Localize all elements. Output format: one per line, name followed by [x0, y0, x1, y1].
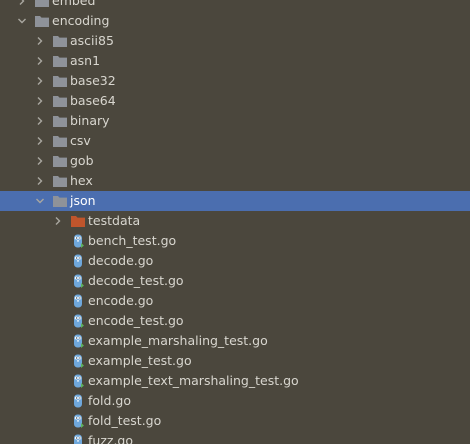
tree-row-base32[interactable]: base32 [0, 71, 470, 91]
tree-row-label: hex [70, 173, 93, 188]
tree-row-label: base32 [70, 73, 116, 88]
chevron-right-icon[interactable] [34, 135, 46, 147]
tree-row-label: encode_test.go [88, 313, 184, 328]
tree-row-binary[interactable]: binary [0, 111, 470, 131]
tree-row-decode-test-go[interactable]: decode_test.go [0, 271, 470, 291]
folder-icon [52, 174, 68, 188]
tree-row-ascii85[interactable]: ascii85 [0, 31, 470, 51]
chevron-right-icon[interactable] [34, 155, 46, 167]
tree-row-example-text-marshaling-test-go[interactable]: example_text_marshaling_test.go [0, 371, 470, 391]
chevron-down-icon[interactable] [16, 15, 28, 27]
chevron-right-icon[interactable] [16, 0, 28, 7]
tree-row-label: fold_test.go [88, 413, 162, 428]
go-file-icon [70, 433, 86, 444]
tree-row-fuzz-go[interactable]: fuzz.go [0, 431, 470, 444]
chevron-right-icon[interactable] [52, 215, 64, 227]
folder-icon [34, 0, 50, 8]
folder-icon [52, 154, 68, 168]
chevron-down-icon[interactable] [34, 195, 46, 207]
tree-row-label: decode.go [88, 253, 154, 268]
folder-icon [52, 194, 68, 208]
folder-icon [52, 114, 68, 128]
tree-row-testdata[interactable]: testdata [0, 211, 470, 231]
tree-row-label: base64 [70, 93, 116, 108]
tree-row-label: binary [70, 113, 110, 128]
tree-row-csv[interactable]: csv [0, 131, 470, 151]
tree-row-example-test-go[interactable]: example_test.go [0, 351, 470, 371]
go-test-file-icon [70, 333, 86, 349]
tree-row-fold-test-go[interactable]: fold_test.go [0, 411, 470, 431]
go-test-file-icon [70, 273, 86, 289]
chevron-right-icon[interactable] [34, 175, 46, 187]
go-test-file-icon [70, 233, 86, 249]
chevron-right-icon[interactable] [34, 35, 46, 47]
tree-row-fold-go[interactable]: fold.go [0, 391, 470, 411]
chevron-right-icon[interactable] [34, 115, 46, 127]
folder-icon [52, 134, 68, 148]
tree-row-embed[interactable]: embed [0, 0, 470, 11]
tree-row-label: gob [70, 153, 94, 168]
go-test-file-icon [70, 313, 86, 329]
go-test-file-icon [70, 353, 86, 369]
tree-row-label: embed [52, 0, 96, 8]
folder-icon [34, 14, 50, 28]
folder-icon [52, 54, 68, 68]
tree-row-label: decode_test.go [88, 273, 184, 288]
tree-row-label: bench_test.go [88, 233, 177, 248]
tree-row-label: fold.go [88, 393, 132, 408]
tree-row-asn1[interactable]: asn1 [0, 51, 470, 71]
tree-row-label: testdata [88, 213, 141, 228]
folder-icon [52, 74, 68, 88]
go-test-file-icon [70, 373, 86, 389]
tree-row-json[interactable]: json [0, 191, 470, 211]
tree-row-label: example_text_marshaling_test.go [88, 373, 299, 388]
chevron-right-icon[interactable] [34, 55, 46, 67]
tree-row-gob[interactable]: gob [0, 151, 470, 171]
go-file-icon [70, 293, 86, 309]
tree-row-label: asn1 [70, 53, 101, 68]
tree-row-bench-test-go[interactable]: bench_test.go [0, 231, 470, 251]
tree-row-label: fuzz.go [88, 433, 134, 444]
tree-row-encode-test-go[interactable]: encode_test.go [0, 311, 470, 331]
tree-row-base64[interactable]: base64 [0, 91, 470, 111]
tree-row-label: example_marshaling_test.go [88, 333, 268, 348]
tree-row-label: encoding [52, 13, 110, 28]
chevron-right-icon[interactable] [34, 95, 46, 107]
project-tree: embed encoding ascii85 asn1 base32 base64 bina… [0, 0, 470, 444]
folder-icon [52, 34, 68, 48]
tree-row-example-marshaling-test-go[interactable]: example_marshaling_test.go [0, 331, 470, 351]
tree-row-encoding[interactable]: encoding [0, 11, 470, 31]
folder-icon [52, 94, 68, 108]
go-file-icon [70, 393, 86, 409]
tree-row-label: ascii85 [70, 33, 114, 48]
chevron-right-icon[interactable] [34, 75, 46, 87]
tree-row-label: example_test.go [88, 353, 192, 368]
tree-row-label: csv [70, 133, 91, 148]
tree-row-encode-go[interactable]: encode.go [0, 291, 470, 311]
tree-row-label: encode.go [88, 293, 154, 308]
tree-row-decode-go[interactable]: decode.go [0, 251, 470, 271]
go-test-file-icon [70, 413, 86, 429]
go-file-icon [70, 253, 86, 269]
tree-row-label: json [70, 193, 96, 208]
test-data-folder-icon [70, 214, 86, 228]
tree-row-hex[interactable]: hex [0, 171, 470, 191]
